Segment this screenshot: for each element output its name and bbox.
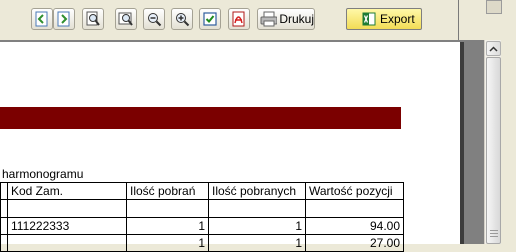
zoom-page-icon: [86, 11, 100, 26]
table-cell: [0, 217, 8, 235]
table-header-cell: [0, 182, 8, 200]
scroll-grip-icon: [490, 230, 498, 231]
previous-page-button[interactable]: [53, 8, 75, 30]
zoom-fit-button[interactable]: [115, 8, 137, 30]
table-cell: 111222333: [7, 217, 127, 235]
export-button-label: Export: [380, 12, 415, 26]
table-header-row: Kod Zam. Ilość pobrań Ilość pobranych Wa…: [0, 182, 404, 200]
table-row: 1 1 27.00: [0, 234, 404, 252]
table-cell: [0, 234, 8, 252]
table-cell: 1: [126, 217, 209, 235]
zoom-page-button[interactable]: [82, 8, 104, 30]
page-shadow: [460, 42, 464, 244]
table-cell: 1: [208, 234, 306, 252]
table-cell: [126, 199, 209, 218]
first-page-icon: [35, 11, 48, 27]
pdf-button[interactable]: [228, 8, 250, 30]
zoom-fit-icon: [118, 12, 133, 26]
table-row: [0, 199, 404, 218]
table-header-cell: Wartość pozycji: [305, 182, 404, 200]
pdf-icon: [232, 11, 245, 27]
print-button-label: Drukuj: [279, 12, 314, 26]
table-cell: 94.00: [305, 217, 404, 235]
vertical-scrollbar[interactable]: [484, 40, 516, 244]
previous-page-icon: [57, 11, 70, 27]
printer-icon: [260, 11, 278, 27]
toolbar: Drukuj Export: [0, 0, 516, 40]
scroll-grip-icon: [490, 233, 498, 234]
table-cell: 27.00: [305, 234, 404, 252]
export-button[interactable]: Export: [346, 8, 422, 30]
first-page-button[interactable]: [31, 8, 53, 30]
report-table: Kod Zam. Ilość pobrań Ilość pobranych Wa…: [0, 182, 404, 252]
table-header-cell: Ilość pobrań: [126, 182, 209, 200]
report-header-bar: [0, 107, 401, 129]
table-cell: [7, 199, 127, 218]
report-viewer: harmonogramu Kod Zam. Ilość pobrań Ilość…: [0, 40, 484, 252]
scrollbar-track[interactable]: [484, 40, 501, 244]
table-header-cell: Kod Zam.: [7, 182, 127, 200]
scroll-grip-icon: [490, 236, 498, 237]
toolbar-divider: [458, 0, 459, 40]
print-button[interactable]: Drukuj: [257, 8, 315, 30]
table-cell: 1: [126, 234, 209, 252]
check-button[interactable]: [199, 8, 221, 30]
checkbox-icon: [203, 12, 217, 26]
table-cell: [0, 199, 8, 218]
excel-icon: [362, 12, 376, 26]
zoom-out-button[interactable]: [143, 8, 165, 30]
table-cell: [7, 234, 127, 252]
scroll-up-button[interactable]: [486, 41, 501, 56]
zoom-out-icon: [148, 13, 162, 27]
table-cell: [305, 199, 404, 218]
zoom-in-icon: [176, 13, 190, 27]
table-header-cell: Ilość pobranych: [208, 182, 306, 200]
chevron-up-icon: [489, 45, 498, 52]
scrollbar-thumb[interactable]: [486, 57, 501, 244]
report-page: harmonogramu Kod Zam. Ilość pobrań Ilość…: [0, 42, 460, 252]
scroll-corner-button[interactable]: [486, 0, 502, 14]
table-cell: [208, 199, 306, 218]
table-cell: 1: [208, 217, 306, 235]
zoom-in-button[interactable]: [171, 8, 193, 30]
table-row: 111222333 1 1 94.00: [0, 217, 404, 235]
report-subtitle: harmonogramu: [2, 167, 84, 181]
